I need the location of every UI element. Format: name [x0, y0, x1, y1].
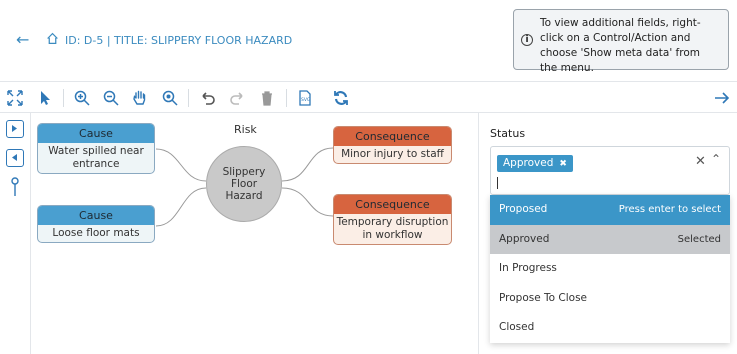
undo-icon[interactable]: [198, 88, 218, 108]
fit-icon[interactable]: [5, 88, 25, 108]
zoom-in-icon[interactable]: [72, 88, 92, 108]
option-closed[interactable]: Closed: [490, 313, 730, 343]
consequence-node[interactable]: Consequence Temporary disruption in work…: [333, 194, 452, 245]
consequence-header: Consequence: [334, 127, 451, 146]
clear-icon[interactable]: ✕: [695, 154, 706, 169]
option-propose-to-close[interactable]: Propose To Close: [490, 284, 730, 314]
chip-remove-icon[interactable]: ✖: [559, 159, 567, 169]
cause-header: Cause: [38, 124, 154, 143]
zoom-out-icon[interactable]: [101, 88, 121, 108]
info-icon: i: [521, 34, 533, 46]
breadcrumb-text[interactable]: ID: D-5 | TITLE: SLIPPERY FLOOR HAZARD: [65, 34, 292, 47]
toolbar-divider: [188, 89, 189, 107]
risk-label: Risk: [234, 123, 257, 136]
status-dropdown-menu: Proposed Press enter to select Approved …: [490, 195, 730, 343]
expand-left-icon[interactable]: [6, 149, 24, 167]
status-chip-label: Approved: [503, 157, 554, 169]
cause-node[interactable]: Cause Loose floor mats: [37, 205, 155, 243]
header: ← ID: D-5 | TITLE: SLIPPERY FLOOR HAZARD…: [0, 0, 737, 82]
svg-text:SVG: SVG: [301, 97, 311, 103]
arrow-left-icon[interactable]: ←: [16, 30, 29, 49]
cause-node[interactable]: Cause Water spilled near entrance: [37, 123, 155, 174]
toolbar: SVG: [0, 83, 737, 113]
status-label: Status: [490, 127, 526, 140]
arrow-right-icon[interactable]: [712, 88, 732, 108]
pointer-icon[interactable]: [35, 88, 55, 108]
option-label: Proposed: [499, 203, 548, 215]
option-proposed[interactable]: Proposed Press enter to select: [490, 195, 730, 225]
diagram-canvas[interactable]: Cause Water spilled near entrance Cause …: [31, 113, 478, 354]
consequence-node[interactable]: Consequence Minor injury to staff: [333, 126, 452, 164]
redo-icon[interactable]: [227, 88, 247, 108]
option-label: Closed: [499, 321, 535, 334]
home-icon[interactable]: [46, 32, 59, 48]
breadcrumb: ID: D-5 | TITLE: SLIPPERY FLOOR HAZARD: [46, 32, 292, 48]
status-select[interactable]: Approved ✖ ✕ ⌃: [490, 146, 730, 195]
cause-header: Cause: [38, 206, 154, 225]
svg-export-icon[interactable]: SVG: [295, 88, 315, 108]
consequence-text: Temporary disruption in workflow: [336, 216, 449, 241]
risk-node[interactable]: Slippery Floor Hazard: [206, 146, 282, 222]
option-hint: Selected: [677, 233, 721, 245]
refresh-icon[interactable]: [331, 88, 351, 108]
pan-icon[interactable]: [130, 88, 150, 108]
option-hint: Press enter to select: [618, 204, 721, 215]
option-approved[interactable]: Approved Selected: [490, 224, 730, 255]
status-chip[interactable]: Approved ✖: [497, 155, 573, 172]
option-label: Propose To Close: [499, 291, 588, 304]
properties-panel: Status Approved ✖ ✕ ⌃ Proposed Press ente…: [478, 113, 737, 354]
pin-icon[interactable]: [9, 177, 21, 197]
toolbar-divider: [286, 89, 287, 107]
cause-text: Loose floor mats: [52, 227, 140, 239]
option-label: In Progress: [499, 262, 557, 275]
option-label: Approved: [499, 232, 550, 245]
tooltip-text: To view additional fields, right-click o…: [540, 17, 701, 74]
delete-icon[interactable]: [257, 88, 277, 108]
tooltip: i To view additional fields, right-click…: [513, 9, 729, 74]
consequence-text: Minor injury to staff: [341, 148, 444, 160]
expand-right-icon[interactable]: [6, 120, 24, 138]
text-cursor: [497, 177, 498, 189]
zoom-reset-icon[interactable]: [160, 88, 180, 108]
left-toolbar: [0, 113, 31, 354]
option-in-progress[interactable]: In Progress: [490, 254, 730, 284]
toolbar-divider: [63, 89, 64, 107]
risk-text: Slippery Floor Hazard: [222, 166, 266, 202]
cause-text: Water spilled near entrance: [48, 145, 144, 170]
consequence-header: Consequence: [334, 195, 451, 214]
chevron-up-icon[interactable]: ⌃: [711, 152, 721, 166]
